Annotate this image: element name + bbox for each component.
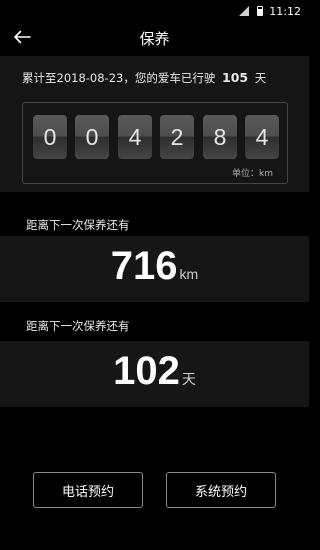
summary-days: 105 <box>222 70 249 85</box>
odometer-unit: 单位：km <box>232 169 273 179</box>
phone-booking-button[interactable]: 电话预约 <box>33 472 143 508</box>
odometer-digit: 0 <box>33 115 67 159</box>
odometer-digit: 2 <box>160 115 194 159</box>
next-distance-value: 716 km <box>0 244 309 289</box>
summary-prefix: 累计至2018-08-23，您的爱车已行驶 <box>22 71 216 85</box>
status-time: 11:12 <box>269 4 301 18</box>
odometer-digit: 4 <box>118 115 152 159</box>
next-days-label: 距离下一次保养还有 <box>26 319 130 333</box>
signal-icon <box>239 6 250 16</box>
next-days-value: 102 天 <box>0 349 309 394</box>
summary-suffix: 天 <box>254 71 267 85</box>
next-days-unit: 天 <box>181 371 196 387</box>
status-bar: 11:12 <box>0 0 309 22</box>
odometer: 0 0 4 2 8 4 单位：km <box>22 102 288 184</box>
app-bar: 保养 <box>0 22 309 52</box>
next-distance-number: 716 <box>110 244 178 288</box>
odometer-digit: 8 <box>203 115 237 159</box>
odometer-digit: 4 <box>245 115 279 159</box>
next-days-number: 102 <box>113 349 180 393</box>
next-distance-unit: km <box>179 266 199 282</box>
mileage-summary: 累计至2018-08-23，您的爱车已行驶 105 天 <box>22 70 266 86</box>
system-booking-button[interactable]: 系统预约 <box>166 472 276 508</box>
page-title: 保养 <box>139 30 170 48</box>
next-distance-label: 距离下一次保养还有 <box>26 218 130 232</box>
odometer-digit: 0 <box>75 115 109 159</box>
battery-icon <box>257 6 264 16</box>
